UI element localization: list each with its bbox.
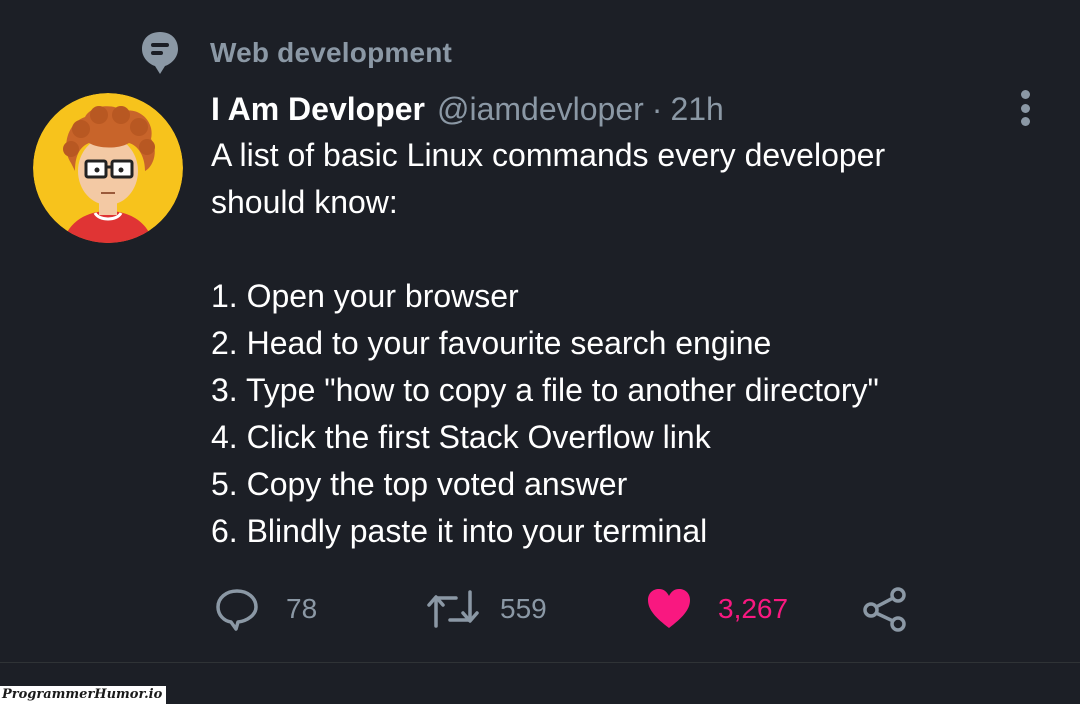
author-name[interactable]: I Am Devloper bbox=[211, 91, 425, 128]
author-handle[interactable]: @iamdevloper bbox=[437, 91, 644, 128]
menu-dot bbox=[1020, 103, 1030, 113]
reply-button[interactable]: 78 bbox=[214, 583, 317, 635]
cartoon-developer-avatar bbox=[33, 93, 183, 243]
tweet-list-item: 3. Type "how to copy a file to another d… bbox=[211, 372, 879, 408]
tweet-header: I Am Devloper @iamdevloper · 21h bbox=[211, 86, 1011, 132]
tweet-text: A list of basic Linux commands every dev… bbox=[211, 132, 1011, 555]
action-bar: 78 559 3,267 bbox=[0, 583, 1080, 635]
tweet-line: should know: bbox=[211, 184, 398, 220]
reply-icon bbox=[214, 586, 260, 632]
tweet-timestamp[interactable]: 21h bbox=[670, 91, 723, 128]
tweet[interactable]: I Am Devloper @iamdevloper · 21h A list … bbox=[211, 86, 1011, 555]
retweet-button[interactable]: 559 bbox=[426, 583, 547, 635]
share-button[interactable] bbox=[862, 583, 908, 635]
tweet-list-item: 1. Open your browser bbox=[211, 278, 519, 314]
topic-label: Web development bbox=[210, 37, 453, 68]
retweet-count: 559 bbox=[500, 593, 547, 624]
share-icon bbox=[862, 586, 908, 632]
topic-row[interactable]: Web development bbox=[140, 30, 452, 76]
retweet-icon bbox=[426, 586, 480, 632]
separator-dot: · bbox=[651, 90, 663, 127]
more-vertical-icon[interactable] bbox=[1010, 88, 1040, 128]
topic-bubble-icon bbox=[140, 30, 180, 76]
tweet-list-item: 2. Head to your favourite search engine bbox=[211, 325, 772, 361]
tweet-list-item: 4. Click the first Stack Overflow link bbox=[211, 419, 711, 455]
like-count: 3,267 bbox=[718, 593, 789, 624]
heart-icon bbox=[646, 586, 692, 632]
avatar[interactable] bbox=[33, 93, 183, 243]
tweet-list-item: 6. Blindly paste it into your terminal bbox=[211, 513, 708, 549]
tweet-list-item: 5. Copy the top voted answer bbox=[211, 466, 628, 502]
tweet-line: A list of basic Linux commands every dev… bbox=[211, 137, 886, 173]
menu-dot bbox=[1020, 90, 1030, 99]
menu-dot bbox=[1020, 117, 1030, 126]
watermark: ProgrammerHumor.io bbox=[0, 686, 167, 704]
like-button[interactable]: 3,267 bbox=[646, 583, 788, 635]
reply-count: 78 bbox=[286, 593, 318, 624]
